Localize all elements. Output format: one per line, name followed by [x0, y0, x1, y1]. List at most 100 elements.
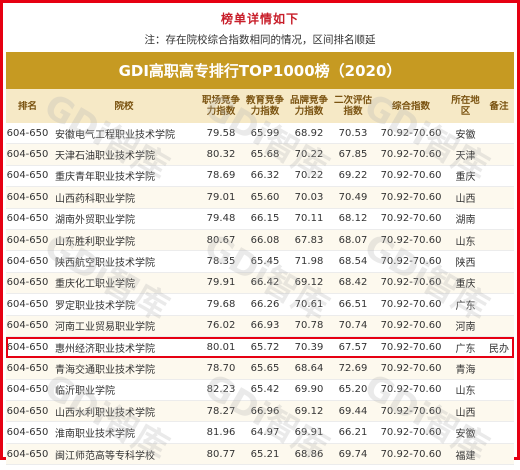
composite-index-cell: 70.92-70.60 — [380, 405, 442, 417]
career-index-cell: 80.01 — [206, 341, 236, 353]
composite-index-cell: 70.92-70.60 — [380, 448, 442, 460]
education-index-cell: 66.42 — [250, 277, 280, 289]
reevaluation-index-cell: 67.57 — [338, 341, 368, 353]
rank-cell: 604-650 — [6, 362, 49, 374]
header-region: 所在地区 — [451, 95, 480, 117]
brand-index-cell: 71.98 — [294, 256, 324, 268]
school-cell: 闽江师范高等专科学校 — [55, 450, 155, 462]
school-cell: 淮南职业技术学院 — [55, 429, 135, 441]
brand-index-cell: 70.22 — [294, 170, 324, 182]
reevaluation-index-cell: 68.42 — [338, 277, 368, 289]
reevaluation-index-cell: 68.54 — [338, 256, 368, 268]
region-cell: 广东 — [455, 343, 476, 355]
rank-cell: 604-650 — [6, 448, 49, 460]
career-index-cell: 80.77 — [206, 448, 236, 460]
reevaluation-index-cell: 70.74 — [338, 320, 368, 332]
career-index-cell: 79.91 — [206, 277, 236, 289]
brand-index-cell: 69.90 — [294, 384, 324, 396]
rank-cell: 604-650 — [6, 298, 49, 310]
career-index-cell: 82.23 — [206, 384, 236, 396]
reevaluation-index-cell: 69.44 — [338, 405, 368, 417]
table-title: GDI高职高专排行TOP1000榜（2020） — [6, 52, 514, 89]
header-composite-index: 综合指数 — [391, 100, 430, 112]
education-index-cell: 66.08 — [250, 234, 280, 246]
region-cell: 重庆 — [455, 279, 476, 291]
education-index-cell: 65.42 — [250, 384, 280, 396]
career-index-cell: 80.32 — [206, 149, 236, 161]
header-school: 院校 — [114, 100, 134, 112]
reevaluation-index-cell: 66.51 — [338, 298, 368, 310]
region-cell: 安徽 — [455, 129, 476, 141]
school-cell: 山西水利职业技术学院 — [55, 407, 155, 419]
career-index-cell: 76.02 — [206, 320, 236, 332]
composite-index-cell: 70.92-70.60 — [380, 127, 442, 139]
career-index-cell: 78.70 — [206, 362, 236, 374]
region-cell: 山东 — [455, 386, 476, 398]
school-cell: 重庆青年职业技术学院 — [55, 172, 155, 184]
school-cell: 天津石油职业技术学院 — [55, 151, 155, 163]
brand-index-cell: 70.61 — [294, 298, 324, 310]
career-index-cell: 78.69 — [206, 170, 236, 182]
education-index-cell: 66.93 — [250, 320, 280, 332]
brand-index-cell: 68.86 — [294, 448, 324, 460]
composite-index-cell: 70.92-70.60 — [380, 362, 442, 374]
reevaluation-index-cell: 69.74 — [338, 448, 368, 460]
career-index-cell: 80.67 — [206, 234, 236, 246]
education-index-cell: 65.45 — [250, 256, 280, 268]
career-index-cell: 79.48 — [206, 213, 236, 225]
reevaluation-index-cell: 67.85 — [338, 149, 368, 161]
reevaluation-index-cell: 65.20 — [338, 384, 368, 396]
table-row: 604-650 陕西航空职业技术学院 78.35 65.45 71.98 68.54 70.… — [6, 251, 514, 273]
composite-index-cell: 70.92-70.60 — [380, 191, 442, 203]
composite-index-cell: 70.92-70.60 — [380, 170, 442, 182]
header-rank: 排名 — [17, 100, 37, 112]
education-index-cell: 65.65 — [250, 362, 280, 374]
brand-index-cell: 69.91 — [294, 427, 324, 439]
table-row: 604-650 临沂职业学院 82.23 65.42 69.90 65.20 70.92-7… — [6, 380, 514, 402]
school-cell: 重庆化工职业学院 — [55, 279, 135, 291]
school-cell: 安徽电气工程职业技术学院 — [55, 129, 175, 141]
rank-cell: 604-650 — [6, 320, 49, 332]
region-cell: 陕西 — [455, 258, 476, 270]
rank-cell: 604-650 — [6, 149, 49, 161]
remark-cell: 民办 — [489, 343, 509, 355]
reevaluation-index-cell: 70.49 — [338, 191, 368, 203]
table-row: 604-650 山西水利职业技术学院 78.27 66.96 69.12 69.44 70.… — [6, 401, 514, 423]
reevaluation-index-cell: 70.53 — [338, 127, 368, 139]
education-index-cell: 65.99 — [250, 127, 280, 139]
rank-cell: 604-650 — [6, 256, 49, 268]
education-index-cell: 66.96 — [250, 405, 280, 417]
region-cell: 重庆 — [455, 172, 476, 184]
reevaluation-index-cell: 69.22 — [338, 170, 368, 182]
rank-cell: 604-650 — [6, 127, 49, 139]
table-row: 604-650 安徽电气工程职业技术学院 79.58 65.99 68.92 70.53 7… — [6, 123, 514, 145]
composite-index-cell: 70.92-70.60 — [380, 298, 442, 310]
region-cell: 安徽 — [455, 429, 476, 441]
region-cell: 山西 — [455, 407, 476, 419]
composite-index-cell: 70.92-70.60 — [380, 149, 442, 161]
composite-index-cell: 70.92-70.60 — [380, 277, 442, 289]
composite-index-cell: 70.92-70.60 — [380, 320, 442, 332]
brand-index-cell: 70.39 — [294, 341, 324, 353]
page-heading: 榜单详情如下 — [220, 12, 299, 26]
header-career-index: 职场竞争力指数 — [201, 95, 240, 117]
table-row: 604-650 山西药科职业学院 79.01 65.60 70.03 70.49 70.92… — [6, 187, 514, 209]
career-index-cell: 78.27 — [206, 405, 236, 417]
composite-index-cell: 70.92-70.60 — [380, 256, 442, 268]
region-cell: 山东 — [455, 236, 476, 248]
rank-cell: 604-650 — [6, 191, 49, 203]
rank-cell: 604-650 — [6, 405, 49, 417]
region-cell: 天津 — [455, 151, 476, 163]
career-index-cell: 79.68 — [206, 298, 236, 310]
reevaluation-index-cell: 68.07 — [338, 234, 368, 246]
table-row: 604-650 罗定职业技术学院 79.68 66.26 70.61 66.51 70.92… — [6, 294, 514, 316]
rank-cell: 604-650 — [6, 170, 49, 182]
education-index-cell: 65.68 — [250, 149, 280, 161]
reevaluation-index-cell: 68.12 — [338, 213, 368, 225]
table-row: 604-650 河南工业贸易职业学院 76.02 66.93 70.78 70.74 70.… — [6, 315, 514, 337]
brand-index-cell: 70.78 — [294, 320, 324, 332]
school-cell: 临沂职业学院 — [55, 386, 115, 398]
rank-cell: 604-650 — [6, 384, 49, 396]
education-index-cell: 64.97 — [250, 427, 280, 439]
school-cell: 惠州经济职业技术学院 — [55, 343, 155, 355]
